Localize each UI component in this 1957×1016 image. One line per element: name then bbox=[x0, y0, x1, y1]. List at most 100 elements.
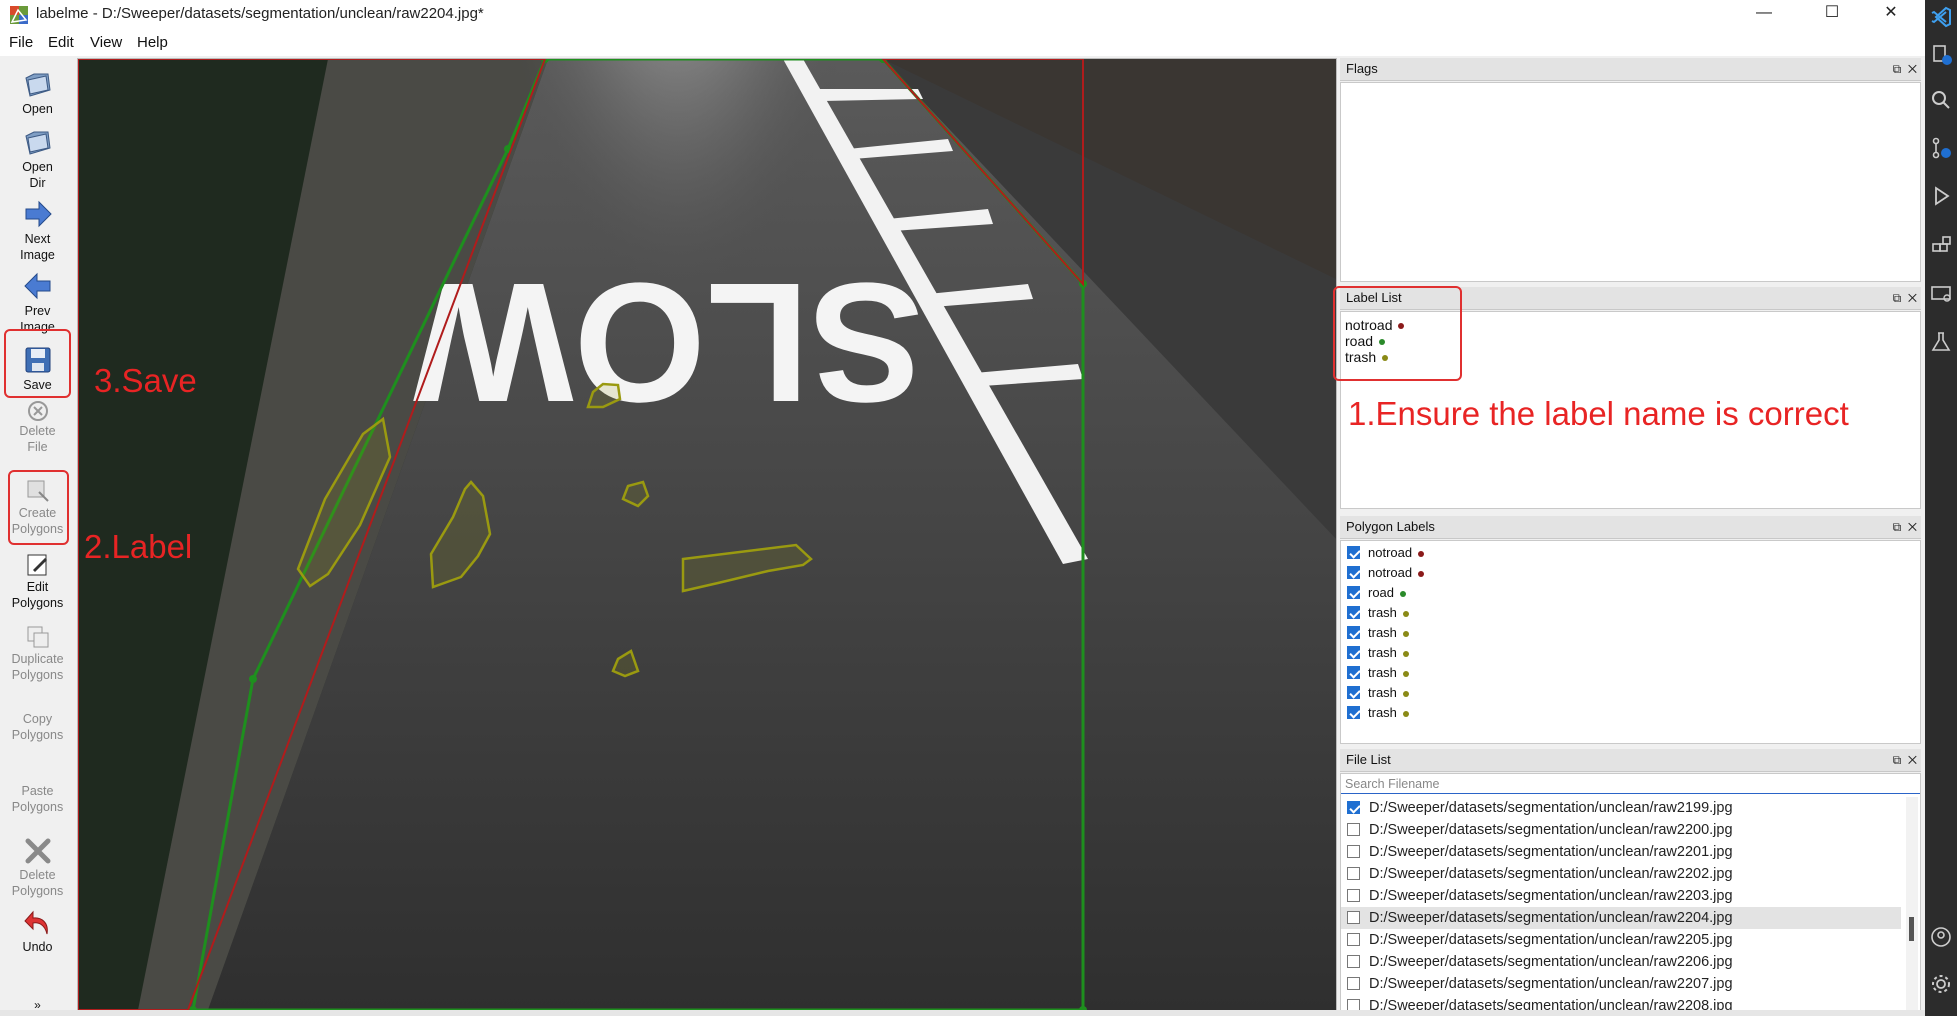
window-title: labelme - D:/Sweeper/datasets/segmentati… bbox=[36, 5, 484, 22]
close-icon[interactable]: ✕ bbox=[1908, 62, 1917, 76]
file-list-row-selected[interactable]: D:/Sweeper/datasets/segmentation/unclean… bbox=[1341, 907, 1901, 929]
polygon-label-row[interactable]: trash bbox=[1341, 663, 1920, 683]
file-list[interactable]: D:/Sweeper/datasets/segmentation/unclean… bbox=[1340, 773, 1921, 1013]
file-done-checkbox[interactable] bbox=[1347, 911, 1360, 924]
float-icon[interactable]: ⧉ bbox=[1893, 753, 1902, 767]
scrollbar-thumb[interactable] bbox=[1909, 917, 1914, 941]
close-icon[interactable]: ✕ bbox=[1908, 520, 1917, 534]
file-list-row[interactable]: D:/Sweeper/datasets/segmentation/unclean… bbox=[1341, 951, 1901, 973]
polygon-label-row[interactable]: road bbox=[1341, 583, 1920, 603]
menu-view[interactable]: View bbox=[90, 34, 122, 51]
file-done-checkbox[interactable] bbox=[1347, 867, 1360, 880]
edit-polygons-label-2: Polygons bbox=[11, 595, 64, 610]
polygon-visibility-checkbox[interactable] bbox=[1347, 566, 1360, 579]
float-icon[interactable]: ⧉ bbox=[1893, 62, 1902, 76]
edit-polygons-label-1: Edit bbox=[26, 580, 49, 594]
polygon-visibility-checkbox[interactable] bbox=[1347, 586, 1360, 599]
polygon-label-row[interactable]: trash bbox=[1341, 683, 1920, 703]
close-icon[interactable]: ✕ bbox=[1908, 291, 1917, 305]
polygon-visibility-checkbox[interactable] bbox=[1347, 626, 1360, 639]
file-list-row[interactable]: D:/Sweeper/datasets/segmentation/unclean… bbox=[1341, 929, 1901, 951]
labelme-app-icon bbox=[10, 6, 28, 24]
manage-gear-icon[interactable] bbox=[1929, 972, 1953, 996]
file-list-row[interactable]: D:/Sweeper/datasets/segmentation/unclean… bbox=[1341, 863, 1901, 885]
polygon-visibility-checkbox[interactable] bbox=[1347, 666, 1360, 679]
polygon-label-row[interactable]: trash bbox=[1341, 603, 1920, 623]
label-list-panel-buttons[interactable]: ⧉ ✕ bbox=[1893, 287, 1917, 309]
delete-file-label-2: File bbox=[27, 439, 48, 454]
source-control-icon[interactable] bbox=[1929, 136, 1953, 160]
polygon-visibility-checkbox[interactable] bbox=[1347, 646, 1360, 659]
file-done-checkbox[interactable] bbox=[1347, 801, 1360, 814]
file-done-checkbox[interactable] bbox=[1347, 889, 1360, 902]
file-done-checkbox[interactable] bbox=[1347, 933, 1360, 946]
duplicate-icon bbox=[27, 626, 48, 648]
polygon-label-text: notroad bbox=[1368, 565, 1425, 580]
search-filename-input[interactable] bbox=[1341, 774, 1920, 794]
file-done-checkbox[interactable] bbox=[1347, 977, 1360, 990]
polygon-visibility-checkbox[interactable] bbox=[1347, 546, 1360, 559]
open-dir-icon bbox=[24, 131, 51, 155]
flags-panel-title: Flags ⧉ ✕ bbox=[1340, 58, 1921, 81]
file-done-checkbox[interactable] bbox=[1347, 845, 1360, 858]
file-list-row[interactable]: D:/Sweeper/datasets/segmentation/unclean… bbox=[1341, 797, 1901, 819]
polygon-visibility-checkbox[interactable] bbox=[1347, 686, 1360, 699]
road-marking-text: SLOW bbox=[412, 247, 922, 437]
flags-list[interactable] bbox=[1340, 82, 1921, 282]
menu-edit[interactable]: Edit bbox=[48, 34, 74, 51]
search-icon[interactable] bbox=[1929, 88, 1953, 112]
menu-file[interactable]: File bbox=[9, 34, 33, 51]
polygon-label-name: trash bbox=[1368, 685, 1397, 700]
open-dir-button[interactable]: Open Dir bbox=[0, 126, 75, 191]
polygon-visibility-checkbox[interactable] bbox=[1347, 606, 1360, 619]
polygon-label-row[interactable]: trash bbox=[1341, 623, 1920, 643]
delete-polygons-button[interactable]: Delete Polygons bbox=[0, 836, 75, 899]
remote-explorer-icon[interactable] bbox=[1929, 282, 1953, 306]
polygon-label-row[interactable]: trash bbox=[1341, 703, 1920, 723]
open-button[interactable]: Open bbox=[0, 68, 75, 118]
testing-flask-icon[interactable] bbox=[1929, 330, 1953, 354]
polygon-labels-list[interactable]: notroad notroad road trash trash trash t… bbox=[1340, 540, 1921, 744]
undo-button[interactable]: Undo bbox=[0, 908, 75, 956]
delete-file-button[interactable]: Delete File bbox=[0, 400, 75, 455]
copy-polygons-button[interactable]: Copy Polygons bbox=[0, 712, 75, 743]
polygon-label-row[interactable]: trash bbox=[1341, 643, 1920, 663]
next-image-button[interactable]: Next Image bbox=[0, 198, 75, 263]
polygon-label-row[interactable]: notroad bbox=[1341, 563, 1920, 583]
file-done-checkbox[interactable] bbox=[1347, 823, 1360, 836]
polygon-label-name: notroad bbox=[1368, 545, 1413, 560]
duplicate-polygons-button[interactable]: Duplicate Polygons bbox=[0, 624, 75, 683]
file-done-checkbox[interactable] bbox=[1347, 955, 1360, 968]
polygon-labels-panel-buttons[interactable]: ⧉ ✕ bbox=[1893, 516, 1917, 538]
paste-polygons-button[interactable]: Paste Polygons bbox=[0, 784, 75, 815]
file-list-row[interactable]: D:/Sweeper/datasets/segmentation/unclean… bbox=[1341, 819, 1901, 841]
extensions-icon[interactable] bbox=[1929, 234, 1953, 258]
run-debug-icon[interactable] bbox=[1929, 184, 1953, 208]
maximize-button[interactable]: ☐ bbox=[1803, 0, 1861, 30]
flags-panel-buttons[interactable]: ⧉ ✕ bbox=[1893, 58, 1917, 80]
file-path: D:/Sweeper/datasets/segmentation/unclean… bbox=[1369, 888, 1733, 904]
minimize-button[interactable]: — bbox=[1735, 0, 1793, 30]
prev-image-button[interactable]: Prev Image bbox=[0, 270, 75, 335]
label-color-dot bbox=[1402, 670, 1409, 677]
close-window-button[interactable]: ✕ bbox=[1862, 0, 1920, 30]
step1-label-name-annotation: 1.Ensure the label name is correct bbox=[1348, 395, 1849, 432]
file-list-scrollbar[interactable] bbox=[1906, 797, 1918, 1012]
file-list-row[interactable]: D:/Sweeper/datasets/segmentation/unclean… bbox=[1341, 841, 1901, 863]
close-icon[interactable]: ✕ bbox=[1908, 753, 1917, 767]
account-icon[interactable] bbox=[1929, 925, 1953, 949]
menu-help[interactable]: Help bbox=[137, 34, 168, 51]
file-list-row[interactable]: D:/Sweeper/datasets/segmentation/unclean… bbox=[1341, 885, 1901, 907]
polygon-label-row[interactable]: notroad bbox=[1341, 543, 1920, 563]
float-icon[interactable]: ⧉ bbox=[1893, 520, 1902, 534]
image-canvas[interactable]: SLOW bbox=[77, 0, 1337, 1014]
annotated-road-image[interactable]: SLOW bbox=[77, 0, 1336, 1014]
file-list-panel-buttons[interactable]: ⧉ ✕ bbox=[1893, 749, 1917, 771]
float-icon[interactable]: ⧉ bbox=[1893, 291, 1902, 305]
title-bar: labelme - D:/Sweeper/datasets/segmentati… bbox=[0, 0, 1925, 30]
edit-polygons-button[interactable]: Edit Polygons bbox=[0, 552, 75, 611]
polygon-visibility-checkbox[interactable] bbox=[1347, 706, 1360, 719]
label-color-dot bbox=[1418, 550, 1425, 557]
file-list-row[interactable]: D:/Sweeper/datasets/segmentation/unclean… bbox=[1341, 973, 1901, 995]
explorer-icon[interactable] bbox=[1929, 42, 1953, 66]
